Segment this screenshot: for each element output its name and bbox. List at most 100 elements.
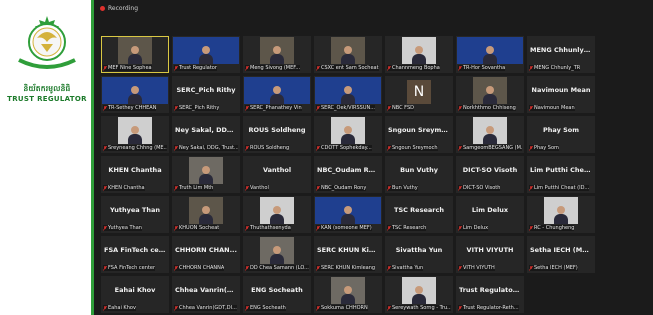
muted-mic-icon [316,265,320,271]
person-silhouette [270,86,284,104]
participant-tile[interactable]: DICT-SO Visoth DICT-SO Visoth [456,156,524,193]
participant-name-text: Sivattha Yun [392,265,424,271]
muted-mic-icon [103,105,107,111]
muted-mic-icon [103,185,107,191]
participant-tile[interactable]: Meng Sivong (MEF... [243,36,311,73]
participant-tile[interactable]: ENG Socheath ENG Socheath [243,276,311,313]
muted-mic-icon [458,225,462,231]
participant-name-label: NBC FSD [387,105,414,111]
participant-display-name: SERC KHUN Kim... [317,246,381,254]
participant-tile[interactable]: TR-Hor Sovantha [456,36,524,73]
participant-tile[interactable]: Trust Regulator [172,36,240,73]
participant-display-name: MENG Chhunly_... [530,46,594,54]
participant-name-label: DICT-SO Visoth [458,185,501,191]
participant-display-name: TSC Research [394,206,444,214]
participant-name-label: RC - Chungheng [529,225,575,231]
participant-tile[interactable]: KHEN Chantha KHEN Chantha [101,156,169,193]
participant-video [457,37,523,64]
participant-name-text: KHEN Chantha [108,185,145,191]
participant-name-text: Lim Delux [463,225,489,231]
participant-tile[interactable]: Sivattha Yun Sivattha Yun [385,236,453,273]
participant-name-label: Trust Regulator-Reth... [458,305,519,311]
participant-tile[interactable]: Trust Regulator-... Trust Regulator-Reth.… [456,276,524,313]
participant-display-name: Bun Vuthy [400,166,438,174]
participant-tile[interactable]: KAN (someone MEF) [314,196,382,233]
participant-name-text: Phay Som [534,145,559,151]
person-silhouette [412,286,426,304]
person-silhouette [128,46,142,64]
participant-tile[interactable]: Eahai Khov Eahai Khov [101,276,169,313]
participant-tile[interactable]: Channmeng Bopha [385,36,453,73]
participant-tile[interactable]: Chhea Vanrin(G... Chhea Vanrin(GDT,DI... [172,276,240,313]
participant-tile[interactable]: SERC_Oek/VIRSSUN... [314,76,382,113]
participant-tile[interactable]: RC - Chungheng [527,196,595,233]
participant-tile[interactable]: Yuthyea Than Yuthyea Than [101,196,169,233]
participant-tile[interactable]: Sngoun Sreymoch Sngoun Sreymoch [385,116,453,153]
participant-tile[interactable]: TR-Sethey CHHEAN [101,76,169,113]
participant-video [402,37,436,64]
participant-name-text: SERC KHUN Kimleang [321,265,376,271]
muted-mic-icon [387,305,391,311]
person-silhouette [270,46,284,64]
participant-name-text: Ney Sakal, DDG, Trust... [179,145,238,151]
muted-mic-icon [387,105,391,111]
participant-name-label: DD Chea Samann (LO... [245,265,309,271]
participant-name-label: FSA FinTech center [103,265,156,271]
participant-tile[interactable]: TSC Research TSC Research [385,196,453,233]
trust-regulator-emblem-icon [18,16,76,69]
participant-tile[interactable]: Ney Sakal, DDG,... Ney Sakal, DDG, Trust.… [172,116,240,153]
participant-tile[interactable]: Lim Delux Lim Delux [456,196,524,233]
participant-tile[interactable]: Phay Som Phay Som [527,116,595,153]
participant-video [260,197,294,224]
muted-mic-icon [103,65,107,71]
participant-tile[interactable]: FSA FinTech cen... FSA FinTech center [101,236,169,273]
participant-tile[interactable]: VITH VIYUTH VITH VIYUTH [456,236,524,273]
participant-tile[interactable]: MEF Nine Sophea [101,36,169,73]
participant-name-label: Sokkuma CHHORN [316,305,368,311]
participant-tile[interactable]: CDOTT Sophekday... [314,116,382,153]
participant-tile[interactable]: DD Chea Samann (LO... [243,236,311,273]
participant-name-text: Truth Lim Mth [179,185,214,191]
participant-name-label: Trust Regulator [174,65,217,71]
participant-tile[interactable]: MENG Chhunly_... MENG Chhunly_TR [527,36,595,73]
participant-tile[interactable]: SERC_Phanathey Vin [243,76,311,113]
muted-mic-icon [529,65,533,71]
participant-tile[interactable]: Thuthathsenyda [243,196,311,233]
participant-video [473,117,507,144]
recording-indicator[interactable]: Recording [100,3,138,13]
participant-tile[interactable]: SamgeomBEGSANG (M... [456,116,524,153]
participant-display-name: NBC_Oudam Rony [317,166,381,174]
participant-grid: MEF Nine Sophea Trust Regulator Meng Sivon… [101,36,595,313]
participant-name-text: SamgeomBEGSANG (M... [463,145,522,151]
person-silhouette [341,206,355,224]
muted-mic-icon [458,265,462,271]
participant-name-label: Navimoun Mean [529,105,575,111]
participant-tile[interactable]: Navimoun Mean Navimoun Mean [527,76,595,113]
muted-mic-icon [103,145,107,151]
participant-video [331,277,365,304]
participant-name-text: TR-Sethey CHHEAN [108,105,157,111]
participant-tile[interactable]: CHHORN CHAN... CHHORN CHANNA [172,236,240,273]
participant-name-text: Meng Sivong (MEF... [250,65,301,71]
participant-tile[interactable]: KHUON Socheat [172,196,240,233]
participant-tile[interactable]: Norkhthmo Chhiseng [456,76,524,113]
participant-name-text: MENG Chhunly_TR [534,65,581,71]
participant-tile[interactable]: ROUS Soldheng ROUS Soldheng [243,116,311,153]
participant-tile[interactable]: SERC KHUN Kim... SERC KHUN Kimleang [314,236,382,273]
participant-tile[interactable]: Vanthol Vanthol [243,156,311,193]
participant-name-text: TSC Research [392,225,427,231]
participant-tile[interactable]: CSXC ent Sam Socheat [314,36,382,73]
participant-tile[interactable]: Sreyneang Chhng (ME... [101,116,169,153]
participant-tile[interactable]: Bun Vuthy Bun Vuthy [385,156,453,193]
participant-tile[interactable]: Sereywath Sorng - Tru... [385,276,453,313]
participant-tile[interactable]: N NBC FSD [385,76,453,113]
participant-tile[interactable]: Setha IECH (MEF) Setha IECH (MEF) [527,236,595,273]
participant-tile[interactable]: NBC_Oudam Rony NBC_Oudam Rony [314,156,382,193]
participant-tile[interactable]: SERC_Pich Rithy SERC_Pich Rithy [172,76,240,113]
muted-mic-icon [458,65,462,71]
participant-name-text: CDOTT Sophekday... [321,145,372,151]
participant-tile[interactable]: Lim Putthi Chea... Lim Putthi Cheat (ID..… [527,156,595,193]
participant-tile[interactable]: Truth Lim Mth [172,156,240,193]
muted-mic-icon [245,145,249,151]
participant-tile[interactable]: Sokkuma CHHORN [314,276,382,313]
